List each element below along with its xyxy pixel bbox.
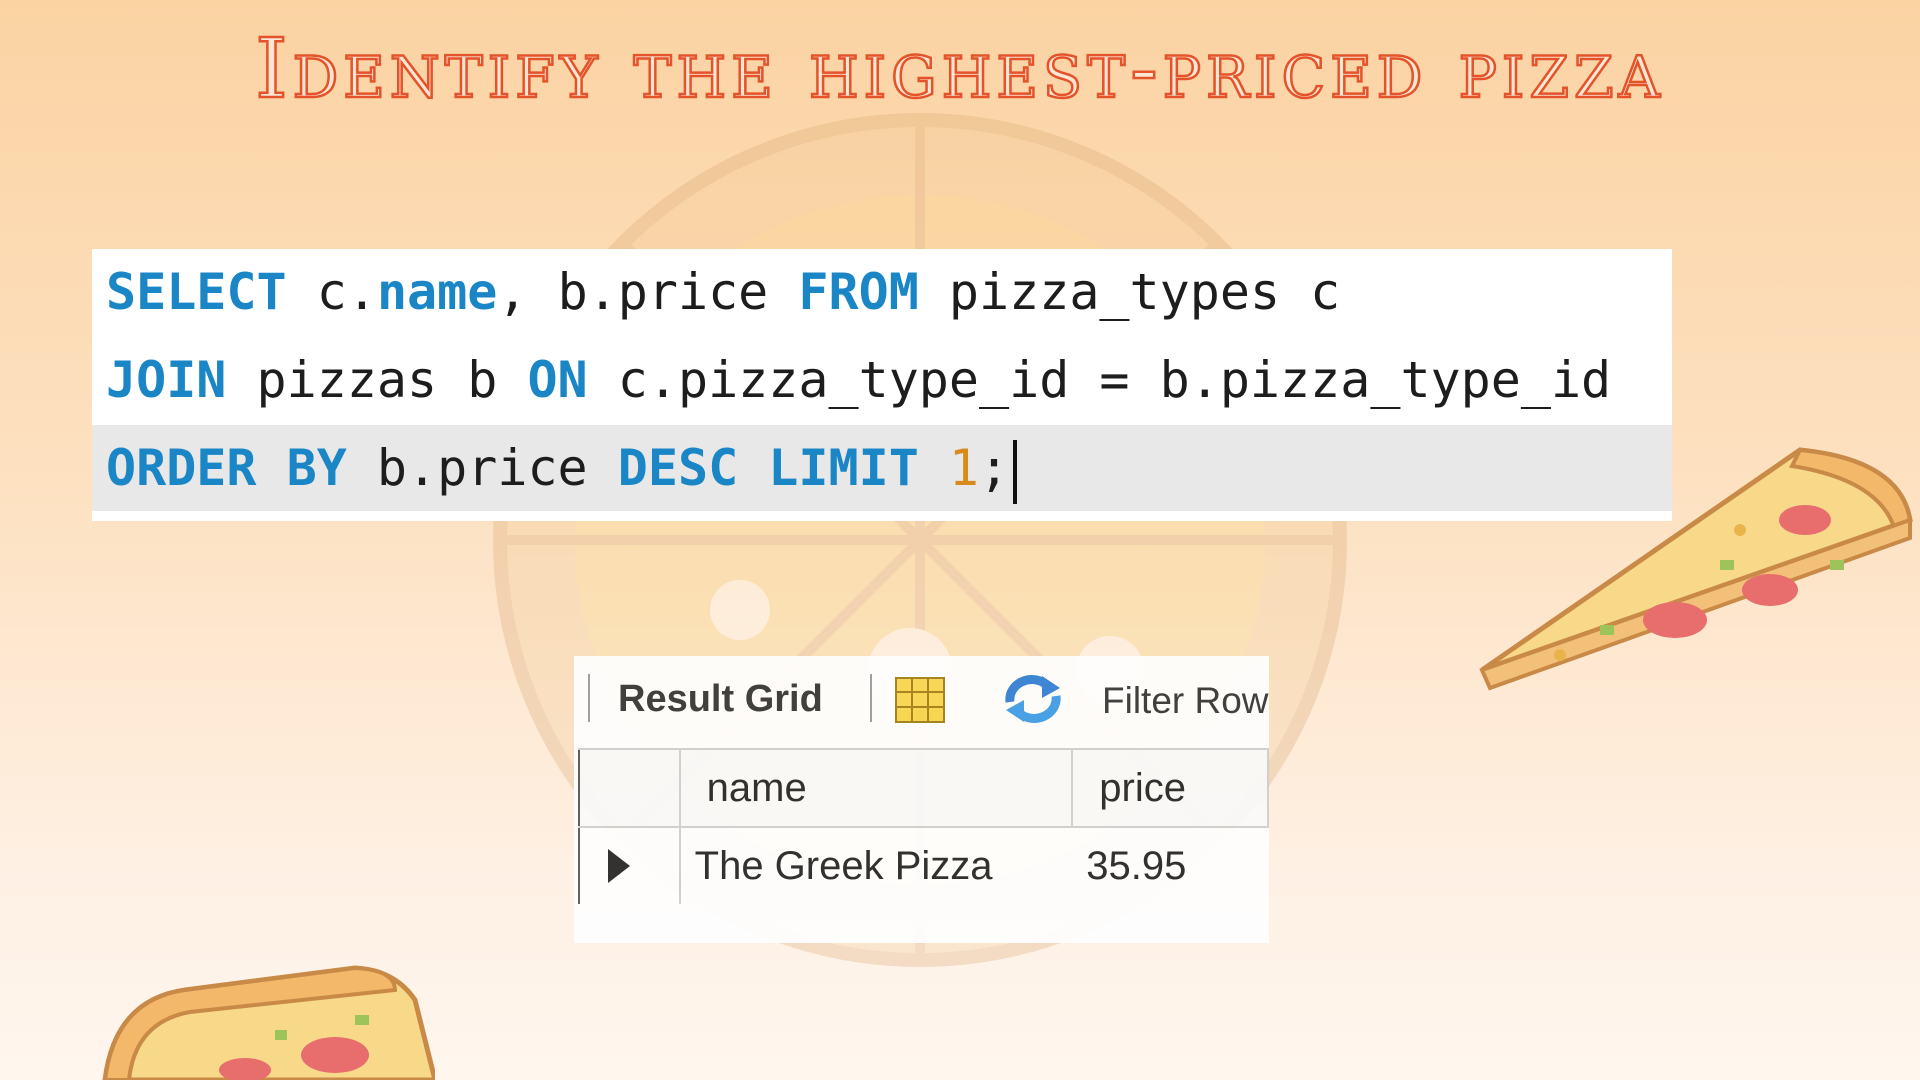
sql-keyword: JOIN [106, 351, 227, 409]
sql-text: , b.price [497, 263, 799, 321]
pizza-slice-illustration [1479, 447, 1913, 691]
sql-line-2[interactable]: JOIN pizzas b ON c.pizza_type_id = b.piz… [92, 337, 1672, 423]
pizza-slice-illustration-bottom [102, 965, 435, 1080]
sql-keyword: SELECT [106, 263, 287, 321]
sql-number: 1 [948, 439, 980, 497]
sql-keyword: FROM [798, 263, 919, 321]
row-marker-header [578, 748, 681, 828]
sql-text: c.pizza_type_id = b.pizza_type_id [587, 351, 1612, 409]
filter-rows-button[interactable]: Filter Rows [1102, 680, 1269, 722]
sql-line-3-current[interactable]: ORDER BY b.price DESC LIMIT 1; [92, 425, 1672, 511]
cell-name[interactable]: The Greek Pizza [678, 827, 1073, 904]
column-header-price[interactable]: price [1071, 748, 1269, 828]
result-grid-tab[interactable]: Result Grid [618, 678, 823, 721]
sql-text: ; [979, 439, 1010, 497]
result-table: name price The Greek Pizza 35.95 [578, 748, 1269, 904]
sql-editor[interactable]: SELECT c.name, b.price FROM pizza_types … [92, 249, 1672, 521]
sql-keyword: ORDER BY [106, 439, 347, 497]
sql-text: c. [286, 263, 377, 321]
sql-text: b.price [346, 439, 618, 497]
sql-keyword: ON [527, 351, 588, 409]
sql-text: pizza_types c [918, 263, 1341, 321]
column-header-name[interactable]: name [678, 748, 1074, 828]
sql-keyword: name [376, 263, 498, 321]
toolbar-separator [870, 674, 872, 722]
refresh-icon[interactable] [1002, 674, 1064, 724]
table-header-row: name price [578, 748, 1269, 828]
result-grid-toolbar: Result Grid Filter Rows [574, 656, 1269, 736]
toolbar-separator [588, 674, 590, 722]
grid-icon[interactable] [894, 676, 946, 724]
sql-line-1[interactable]: SELECT c.name, b.price FROM pizza_types … [92, 249, 1672, 335]
result-grid-panel: Result Grid Filter Rows name price The G… [574, 656, 1269, 943]
page-title: Identify the highest-priced pizza [254, 21, 1665, 119]
cell-price[interactable]: 35.95 [1072, 827, 1268, 904]
sql-keyword: DESC LIMIT [617, 439, 919, 497]
row-marker[interactable] [578, 827, 680, 904]
text-cursor [1013, 439, 1018, 504]
sql-text: pizzas b [226, 351, 528, 409]
table-row[interactable]: The Greek Pizza 35.95 [578, 827, 1268, 904]
row-pointer-icon [608, 849, 630, 883]
